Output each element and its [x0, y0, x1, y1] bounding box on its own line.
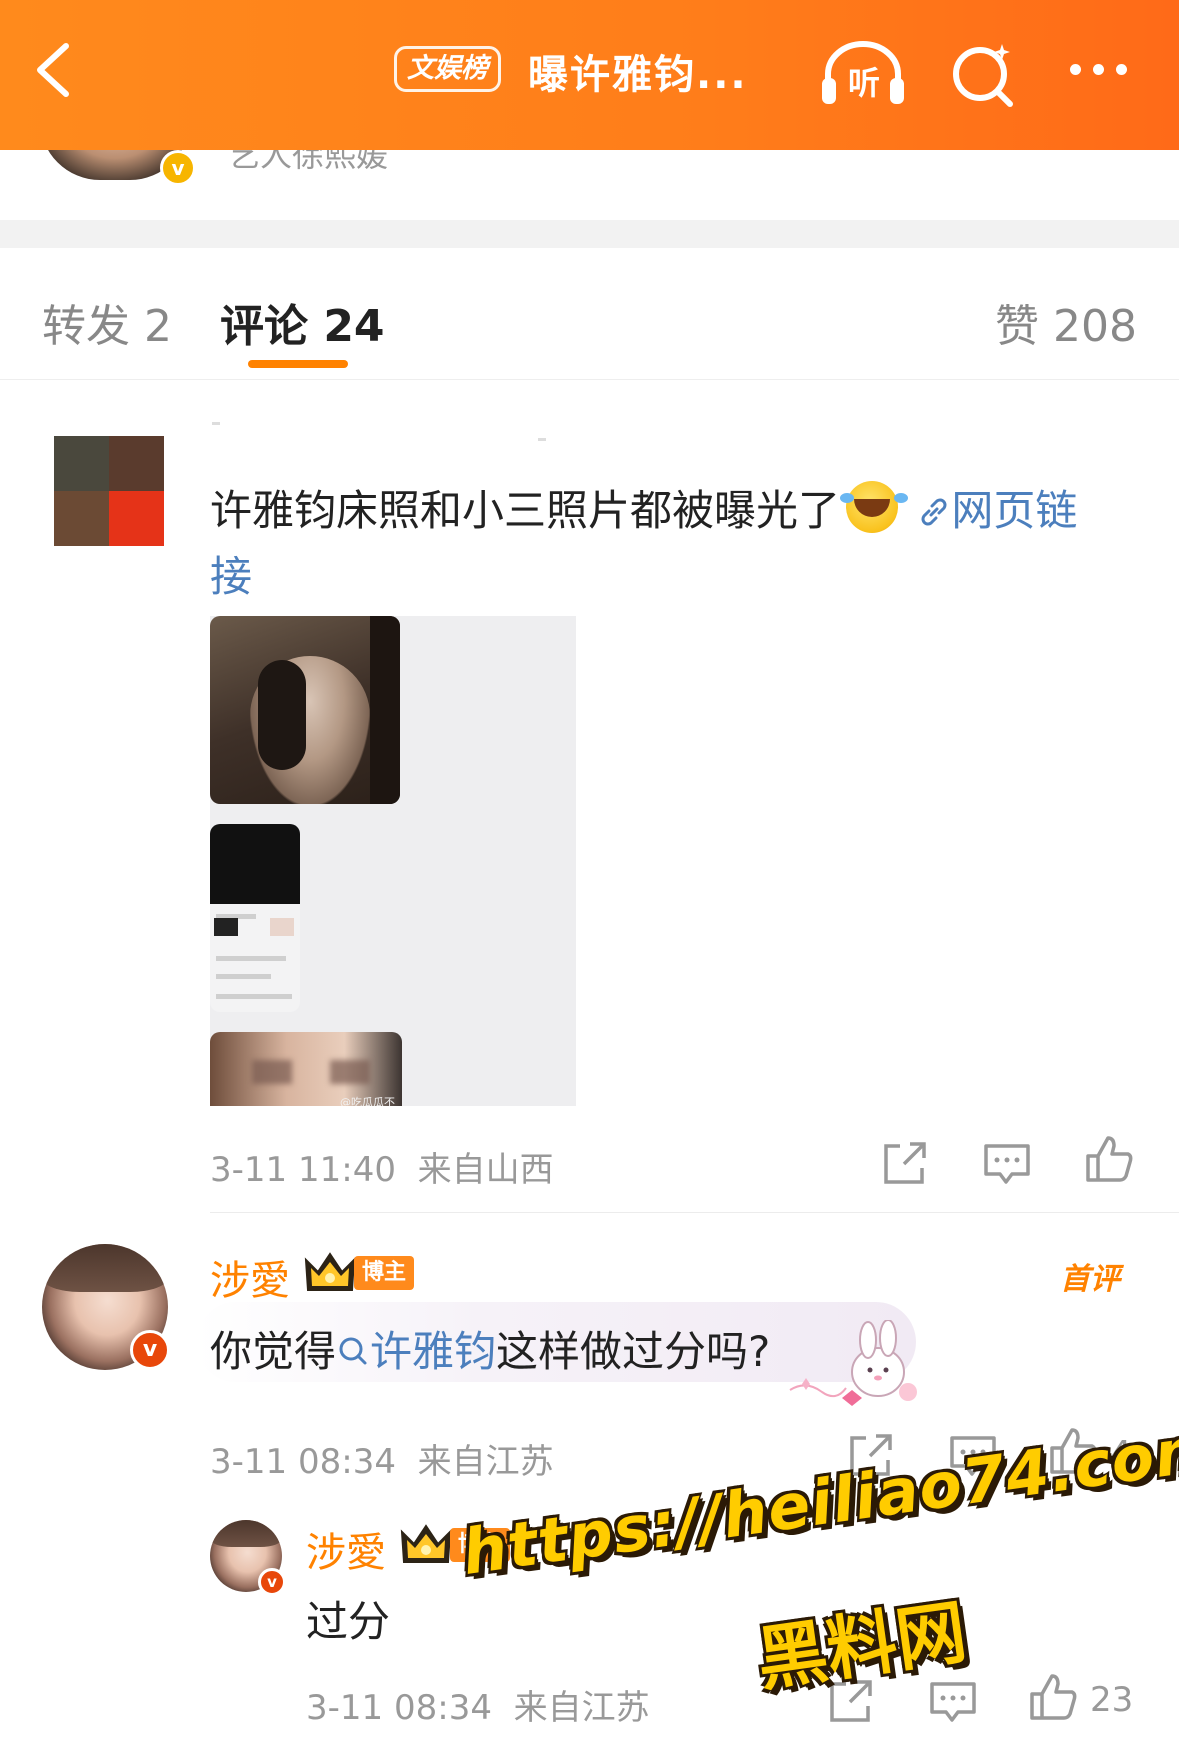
like-icon[interactable] [1048, 1426, 1098, 1476]
share-icon[interactable] [880, 1138, 930, 1188]
comment-body: 许雅钧床照和小三照片都被曝光了 [210, 486, 841, 535]
verified-badge-icon: v [130, 1330, 170, 1370]
laughing-crying-emoji-icon [840, 481, 899, 533]
verified-badge-icon: v [258, 1568, 286, 1596]
role-badge: 博主 [354, 1256, 414, 1290]
share-icon[interactable] [826, 1676, 876, 1726]
comment-text-before: 你觉得 [210, 1327, 337, 1376]
more-options-icon[interactable] [1070, 60, 1140, 80]
first-comment-badge: 首评 [1060, 1262, 1120, 1297]
reply-meta: 3-11 08:34 来自江苏 [306, 1680, 650, 1729]
comment-divider [210, 1212, 1179, 1213]
like-count: 23 [1090, 1680, 1134, 1720]
back-arrow-icon[interactable] [30, 40, 80, 100]
role-badge: 博主 [450, 1528, 510, 1562]
comment-meta: 3-11 08:34 来自江苏 [210, 1434, 554, 1483]
page-title: 曝许雅钧... [528, 52, 748, 98]
site-watermark: https://heiliao74.com 黑料网 [458, 1410, 1179, 1701]
comment-text-after: 这样做过分吗? [496, 1327, 771, 1376]
verified-badge-icon: v [160, 150, 196, 186]
screenshot-thumbnail[interactable] [210, 824, 300, 1012]
topic-link[interactable]: 许雅钧 [336, 1327, 496, 1376]
like-count: 4 [1110, 1434, 1132, 1474]
comment-text: 许雅钧床照和小三照片都被曝光了 网页链接 [210, 478, 1110, 610]
tab-repost[interactable]: 转发 2 [42, 290, 172, 354]
comment-text: 你觉得 许雅钧这样做过分吗? [210, 1318, 770, 1379]
ranking-tag[interactable]: 文娱榜 [394, 46, 501, 92]
topic-link-label: 许雅钧 [370, 1327, 497, 1376]
reply-location: 来自江苏 [513, 1688, 650, 1728]
image-watermark: @吃瓜瓜不吐瓜 [340, 1096, 395, 1106]
commenter-name-hidden [212, 422, 552, 441]
active-tab-indicator [248, 360, 348, 368]
comment-location: 来自山西 [417, 1150, 554, 1190]
comment-icon[interactable] [948, 1430, 998, 1480]
interaction-tabs: 转发 2 评论 24 赞 208 [0, 248, 1179, 380]
comment-time: 3-11 08:34 [210, 1442, 396, 1482]
search-icon[interactable] [948, 38, 1018, 108]
tab-like[interactable]: 赞 208 [995, 290, 1137, 354]
commenter-avatar[interactable] [54, 436, 164, 546]
share-icon[interactable] [846, 1430, 896, 1480]
tab-comment[interactable]: 评论 24 [220, 290, 385, 354]
section-divider [0, 218, 1179, 248]
search-icon [339, 1337, 367, 1365]
comment-image[interactable]: @吃瓜瓜不吐瓜 [210, 616, 576, 1106]
comment-meta: 3-11 11:40 来自山西 [210, 1142, 554, 1191]
crown-icon [304, 1252, 356, 1291]
face-thumbnail[interactable]: @吃瓜瓜不吐瓜 [210, 1032, 402, 1106]
crown-icon [400, 1524, 452, 1563]
comment-location: 来自江苏 [417, 1442, 554, 1482]
reply-username[interactable]: 涉愛 [306, 1520, 386, 1578]
comment-icon[interactable] [982, 1138, 1032, 1188]
weibo-comment-page: 文娱榜 曝许雅钧... 听 v 艺人徐熙媛 转发 2 评论 24 赞 208 许… [0, 0, 1179, 1748]
comment-time: 3-11 11:40 [210, 1150, 396, 1190]
link-icon [921, 498, 947, 526]
top-nav-bar: 文娱榜 曝许雅钧... 听 [0, 0, 1179, 150]
reply-text: 过分 [306, 1597, 391, 1646]
bunny-sticker-icon [789, 1320, 917, 1406]
comment-icon[interactable] [928, 1676, 978, 1726]
reply-time: 3-11 08:34 [306, 1688, 492, 1728]
like-icon[interactable] [1084, 1134, 1134, 1184]
photo-thumbnail[interactable] [210, 616, 400, 804]
like-icon[interactable] [1028, 1672, 1078, 1722]
commenter-name[interactable]: 涉愛 [210, 1248, 290, 1306]
listen-button[interactable]: 听 [820, 38, 906, 108]
listen-label: 听 [848, 64, 881, 102]
